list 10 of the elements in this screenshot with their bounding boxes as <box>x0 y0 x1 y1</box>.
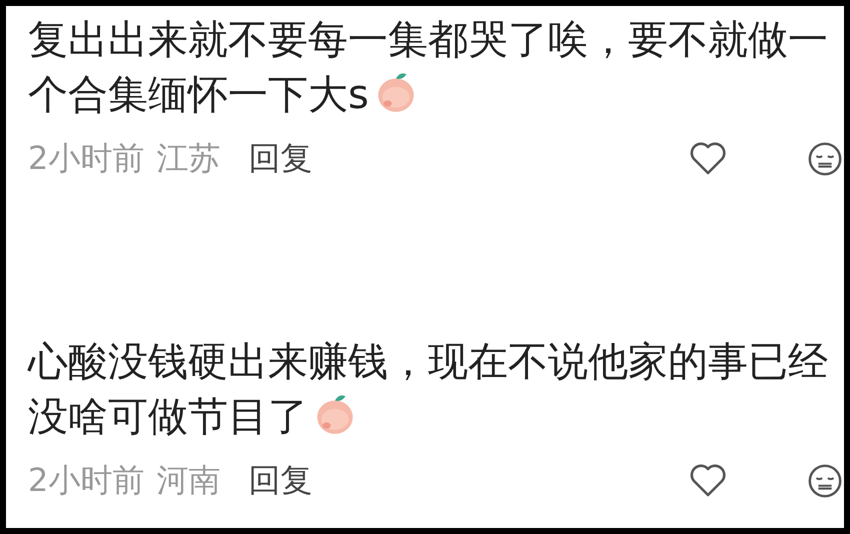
face-icon[interactable] <box>806 462 844 500</box>
reply-link[interactable]: 回复 <box>248 459 312 503</box>
reply-link[interactable]: 回复 <box>248 137 312 181</box>
comment-text: 复出出来就不要每一集都哭了唉，要不就做一个合集缅怀一下大s <box>28 16 829 120</box>
comment-location: 江苏 <box>156 138 220 179</box>
face-icon[interactable] <box>806 140 844 178</box>
comment-time: 2小时前 <box>28 138 144 179</box>
comment-location: 河南 <box>156 460 220 501</box>
comment-text: 心酸没钱硬出来赚钱，现在不说他家的事已经没啥可做节目了 <box>28 338 829 442</box>
comment-time: 2小时前 <box>28 460 144 501</box>
